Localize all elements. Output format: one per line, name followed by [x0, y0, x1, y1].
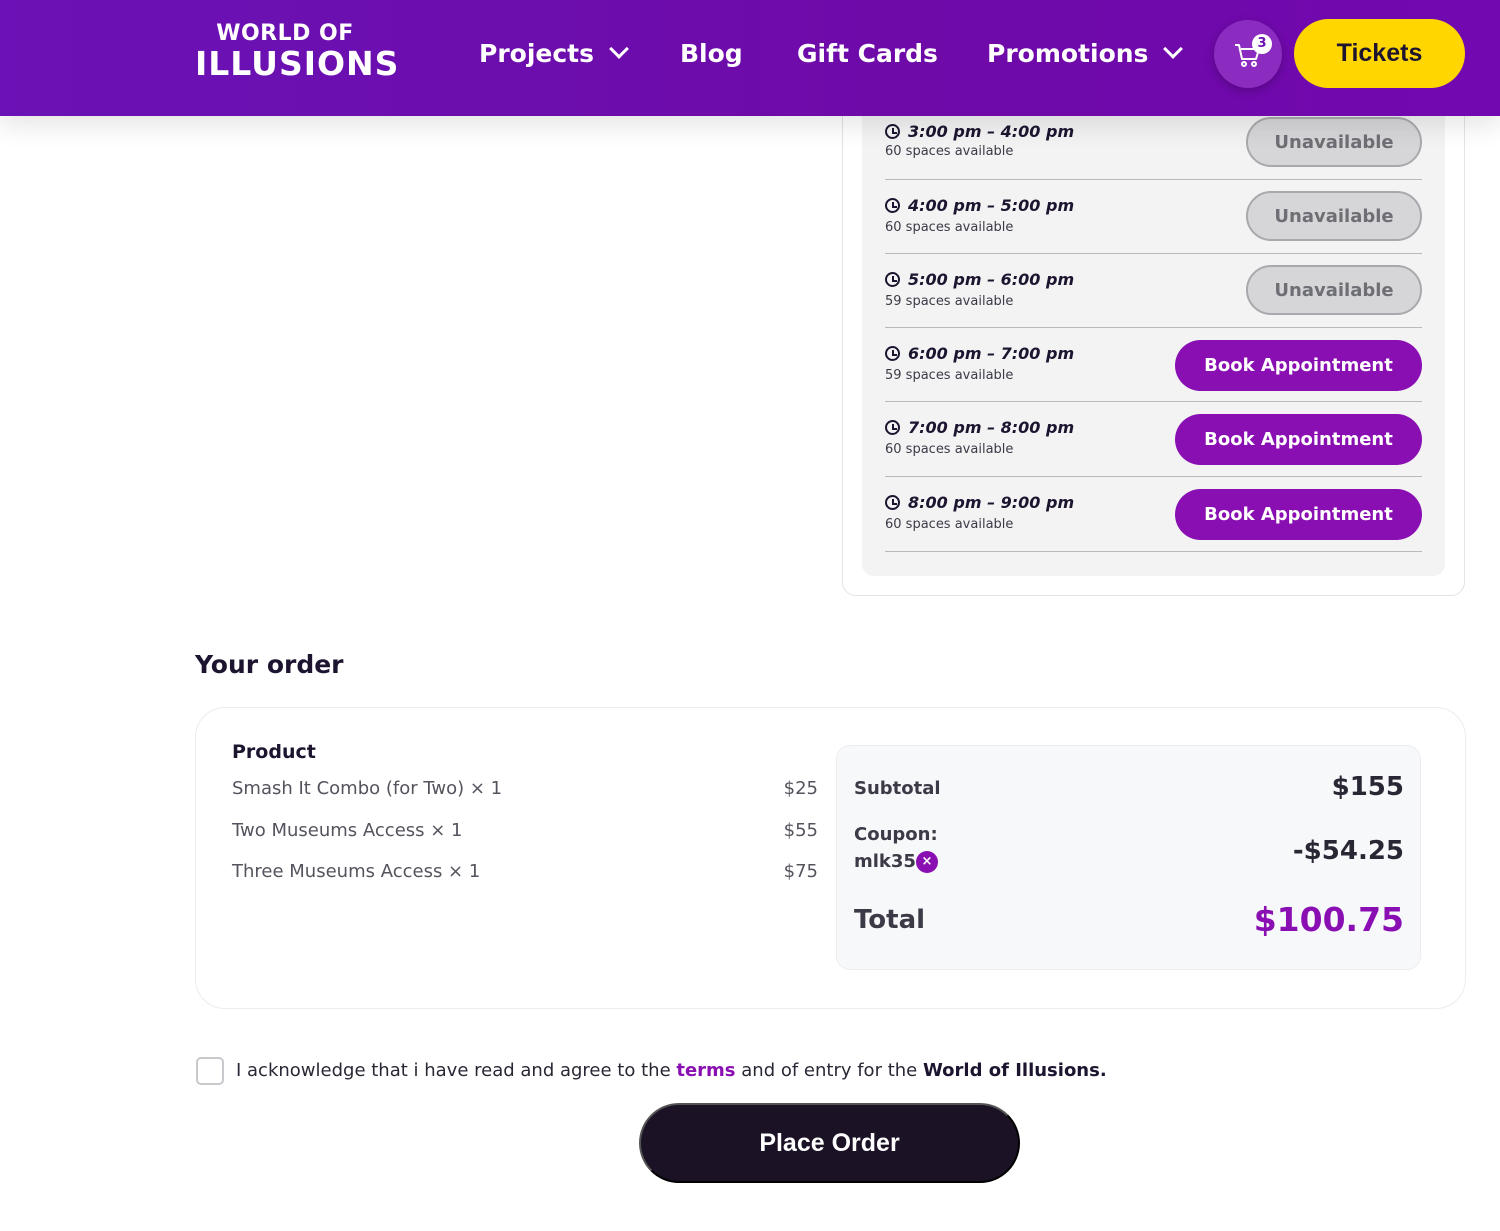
cart-button[interactable]	[1214, 20, 1282, 88]
coupon-label: Coupon:	[854, 824, 938, 845]
nav-blog[interactable]: Blog	[680, 36, 743, 70]
book-appointment-button[interactable]: Book Appointment	[1175, 340, 1422, 391]
order-item-name: Smash It Combo (for Two) × 1	[232, 778, 503, 799]
slot-time: 5:00 pm – 6:00 pm	[908, 270, 1075, 289]
slot-spaces: 60 spaces available	[885, 220, 1014, 235]
nav-promotions[interactable]: Promotions	[987, 36, 1184, 70]
slot-time: 6:00 pm – 7:00 pm	[908, 344, 1075, 363]
tickets-button[interactable]: Tickets	[1294, 19, 1465, 88]
terms-brand: World of Illusions.	[922, 1060, 1107, 1081]
terms-link[interactable]: terms	[676, 1060, 735, 1081]
logo-bottom-text: ILLUSIONS	[195, 44, 400, 83]
nav-projects-label: Projects	[479, 38, 595, 68]
book-appointment-button[interactable]: Book Appointment	[1175, 489, 1422, 540]
terms-prefix: I acknowledge that i have read and agree…	[236, 1060, 677, 1081]
nav-gift-cards[interactable]: Gift Cards	[797, 36, 938, 70]
logo[interactable]: WORLD OF ILLUSIONS	[195, 22, 415, 82]
subtotal-value: $155	[1331, 772, 1404, 802]
time-slot: 5:00 pm – 6:00 pm 59 spaces available Un…	[885, 254, 1422, 328]
total-value: $100.75	[1253, 900, 1404, 939]
slot-spaces: 60 spaces available	[885, 442, 1014, 457]
time-slot: 3:00 pm – 4:00 pm 60 spaces available Un…	[885, 106, 1422, 180]
book-appointment-button[interactable]: Book Appointment	[1175, 414, 1422, 465]
nav-blog-label: Blog	[680, 38, 743, 68]
place-order-button[interactable]: Place Order	[639, 1103, 1020, 1183]
clock-icon	[885, 346, 900, 361]
order-item-name: Three Museums Access × 1	[232, 861, 481, 882]
unavailable-button: Unavailable	[1246, 191, 1422, 241]
clock-icon	[885, 495, 900, 510]
remove-coupon-icon[interactable]: ×	[915, 851, 938, 873]
site-header: WORLD OF ILLUSIONS Projects Blog Gift Ca…	[0, 0, 1500, 116]
coupon-code: mlk35	[854, 851, 916, 872]
cart-count-badge: 3	[1252, 34, 1272, 54]
chevron-down-icon	[1163, 39, 1184, 59]
product-column-header: Product	[232, 741, 316, 763]
terms-middle: and of entry for the	[735, 1060, 923, 1081]
nav-promotions-label: Promotions	[987, 38, 1149, 68]
coupon-code-row: mlk35 ×	[854, 851, 938, 873]
slot-time: 8:00 pm – 9:00 pm	[908, 493, 1075, 512]
unavailable-button: Unavailable	[1246, 265, 1422, 315]
unavailable-button: Unavailable	[1246, 117, 1422, 167]
order-item-price: $25	[783, 778, 818, 799]
total-label: Total	[854, 905, 926, 935]
nav-gift-cards-label: Gift Cards	[797, 38, 938, 68]
clock-icon	[885, 124, 900, 139]
logo-top-text: WORLD OF	[216, 21, 354, 46]
slot-spaces: 59 spaces available	[885, 368, 1014, 383]
clock-icon	[885, 272, 900, 287]
chevron-down-icon	[609, 39, 629, 59]
slot-spaces: 60 spaces available	[885, 144, 1014, 159]
order-item-name: Two Museums Access × 1	[232, 820, 463, 841]
clock-icon	[885, 198, 900, 213]
slot-spaces: 59 spaces available	[885, 294, 1014, 309]
order-title: Your order	[195, 650, 344, 679]
slot-time: 4:00 pm – 5:00 pm	[908, 196, 1075, 215]
nav-projects[interactable]: Projects	[479, 36, 629, 70]
terms-checkbox[interactable]	[196, 1057, 224, 1085]
order-item-price: $75	[783, 861, 818, 882]
slot-time: 3:00 pm – 4:00 pm	[908, 122, 1075, 141]
slot-time: 7:00 pm – 8:00 pm	[908, 418, 1075, 437]
slot-spaces: 60 spaces available	[885, 517, 1014, 532]
time-slot: 8:00 pm – 9:00 pm 60 spaces available Bo…	[885, 478, 1422, 552]
discount-value: -$54.25	[1292, 836, 1404, 866]
order-item-price: $55	[783, 820, 818, 841]
time-slot: 6:00 pm – 7:00 pm 59 spaces available Bo…	[885, 328, 1422, 402]
terms-text: I acknowledge that i have read and agree…	[236, 1060, 1107, 1081]
subtotal-label: Subtotal	[854, 778, 941, 799]
time-slot: 4:00 pm – 5:00 pm 60 spaces available Un…	[885, 180, 1422, 254]
clock-icon	[885, 420, 900, 435]
time-slot: 7:00 pm – 8:00 pm 60 spaces available Bo…	[885, 403, 1422, 477]
